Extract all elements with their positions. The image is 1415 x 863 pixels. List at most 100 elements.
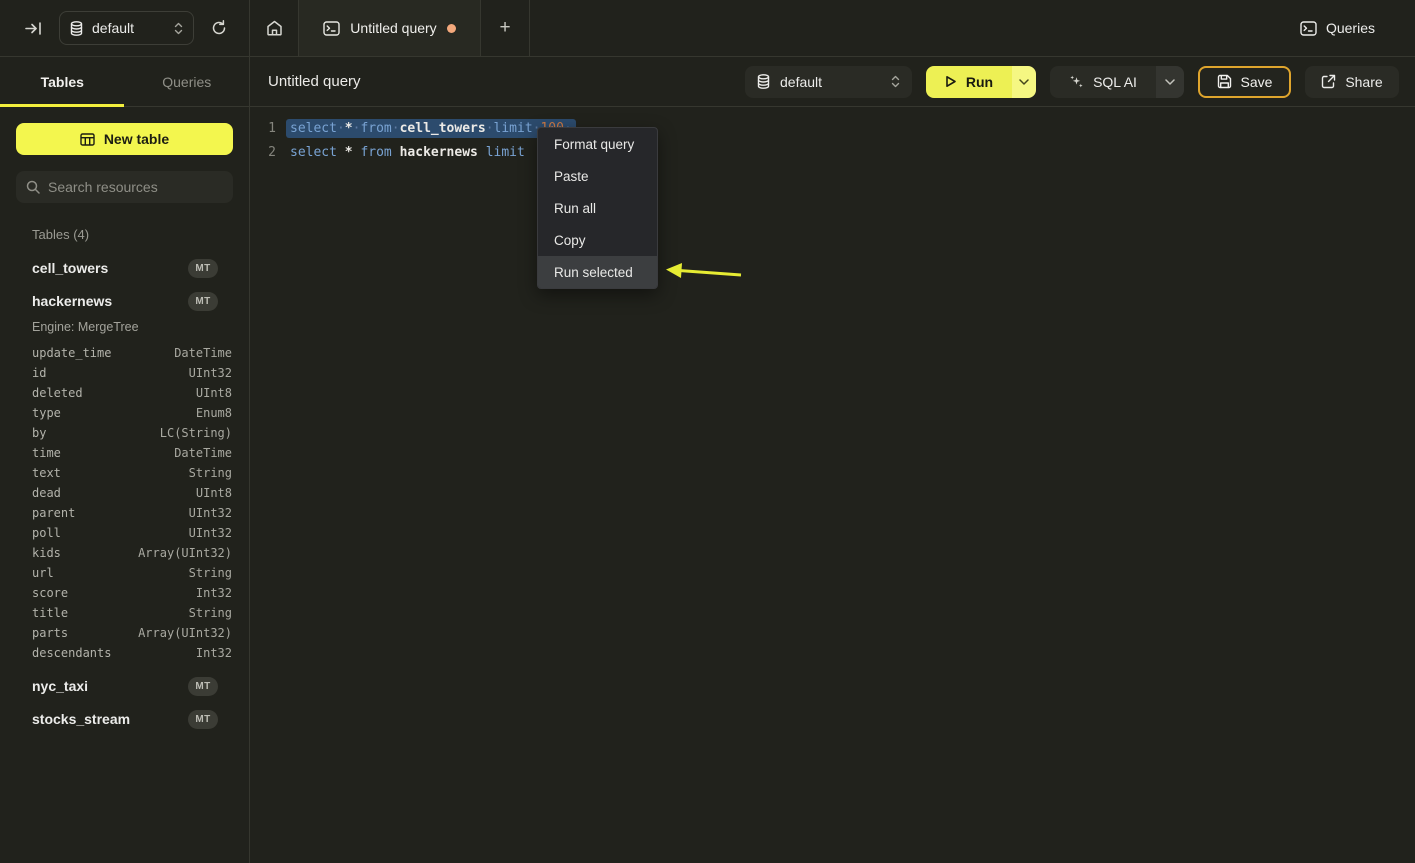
database-icon bbox=[70, 21, 83, 36]
sql-editor[interactable]: 1 select·*·from·cell_towers·limit·100· 2… bbox=[250, 107, 1415, 863]
table-name: stocks_stream bbox=[32, 711, 130, 727]
menu-item-paste[interactable]: Paste bbox=[538, 160, 657, 192]
editor-line-1[interactable]: 1 select·*·from·cell_towers·limit·100· bbox=[250, 116, 1415, 140]
home-icon bbox=[266, 20, 283, 36]
database-selector-value: default bbox=[92, 20, 165, 36]
collapse-sidebar-icon[interactable] bbox=[25, 21, 42, 36]
sql-ai-label: SQL AI bbox=[1093, 74, 1137, 90]
top-bar: default bbox=[0, 0, 1415, 57]
new-table-button[interactable]: New table bbox=[16, 123, 233, 155]
table-item-cell-towers[interactable]: cell_towers MT bbox=[0, 255, 249, 281]
share-export-icon bbox=[1321, 74, 1336, 89]
sidebar-tab-queries[interactable]: Queries bbox=[125, 57, 250, 106]
sql-ai-button[interactable]: SQL AI bbox=[1050, 66, 1156, 98]
search-resources-box[interactable] bbox=[16, 171, 233, 203]
sidebar-tab-queries-label: Queries bbox=[162, 74, 211, 90]
chevron-updown-icon bbox=[174, 22, 183, 35]
column-type: DateTime bbox=[174, 346, 232, 360]
column-type: Enum8 bbox=[196, 406, 232, 420]
column-type: UInt32 bbox=[189, 526, 232, 540]
table-name: cell_towers bbox=[32, 260, 108, 276]
column-type: String bbox=[189, 606, 232, 620]
terminal-icon bbox=[323, 21, 340, 36]
share-label: Share bbox=[1345, 74, 1382, 90]
sql-console-window: default bbox=[0, 0, 1415, 863]
editor-context-menu: Format query Paste Run all Copy Run sele… bbox=[537, 127, 658, 289]
home-button[interactable] bbox=[250, 0, 298, 56]
run-options-button[interactable] bbox=[1012, 66, 1036, 98]
menu-item-format-query[interactable]: Format query bbox=[538, 128, 657, 160]
menu-item-run-all[interactable]: Run all bbox=[538, 192, 657, 224]
menu-item-copy[interactable]: Copy bbox=[538, 224, 657, 256]
table-column-row: title String bbox=[0, 603, 249, 623]
column-type: UInt8 bbox=[196, 386, 232, 400]
search-input[interactable] bbox=[48, 179, 223, 195]
table-grid-icon bbox=[80, 133, 95, 146]
new-tab-button[interactable]: + bbox=[481, 0, 530, 56]
sql-ai-split-button: SQL AI bbox=[1050, 66, 1184, 98]
tab-untitled-query[interactable]: Untitled query bbox=[298, 0, 481, 56]
table-item-nyc-taxi[interactable]: nyc_taxi MT bbox=[0, 673, 249, 699]
column-name: kids bbox=[32, 546, 61, 560]
table-name: nyc_taxi bbox=[32, 678, 88, 694]
column-name: by bbox=[32, 426, 46, 440]
table-item-stocks-stream[interactable]: stocks_stream MT bbox=[0, 706, 249, 732]
chevron-down-icon bbox=[1165, 79, 1175, 85]
sidebar-tabs: Tables Queries bbox=[0, 57, 249, 107]
column-name: type bbox=[32, 406, 61, 420]
table-column-row: kidsArray(UInt32) bbox=[0, 543, 249, 563]
share-button[interactable]: Share bbox=[1305, 66, 1399, 98]
column-type: String bbox=[189, 466, 232, 480]
refresh-icon[interactable] bbox=[211, 20, 227, 36]
table-column-row: parentUInt32 bbox=[0, 503, 249, 523]
plus-icon: + bbox=[499, 17, 510, 39]
column-name: score bbox=[32, 586, 68, 600]
database-selector[interactable]: default bbox=[745, 66, 912, 98]
run-label: Run bbox=[966, 74, 993, 90]
column-name: title bbox=[32, 606, 68, 620]
sql-ai-options-button[interactable] bbox=[1156, 66, 1184, 98]
queries-link[interactable]: Queries bbox=[1300, 0, 1375, 56]
column-type: LC(String) bbox=[160, 426, 232, 440]
column-type: UInt8 bbox=[196, 486, 232, 500]
table-column-row: deleted UInt8 bbox=[0, 383, 249, 403]
column-name: text bbox=[32, 466, 61, 480]
engine-detail: Engine: MergeTree bbox=[32, 320, 249, 334]
column-name: descendants bbox=[32, 646, 111, 660]
table-column-row: pollUInt32 bbox=[0, 523, 249, 543]
run-button[interactable]: Run bbox=[926, 66, 1012, 98]
line-text: select·*·from·cell_towers·limit·100· bbox=[290, 121, 576, 136]
sparkles-icon bbox=[1069, 74, 1084, 89]
terminal-icon bbox=[1300, 21, 1317, 36]
table-column-row: by LC(String) bbox=[0, 423, 249, 443]
query-toolbar: Untitled query default bbox=[250, 57, 1415, 107]
save-label: Save bbox=[1241, 74, 1273, 90]
menu-item-run-selected[interactable]: Run selected bbox=[538, 256, 657, 288]
column-name: parent bbox=[32, 506, 75, 520]
table-column-row: text String bbox=[0, 463, 249, 483]
active-tab-underline bbox=[0, 104, 124, 107]
tables-section-title: Tables (4) bbox=[32, 227, 249, 242]
column-name: update_time bbox=[32, 346, 111, 360]
save-button[interactable]: Save bbox=[1198, 66, 1291, 98]
tab-label: Untitled query bbox=[350, 20, 436, 36]
table-column-row: parts Array(UInt32) bbox=[0, 623, 249, 643]
chevron-updown-icon bbox=[891, 75, 900, 88]
column-list: update_timeDateTime idUInt32 deletedUInt… bbox=[0, 343, 249, 663]
column-type: Int32 bbox=[196, 586, 232, 600]
column-name: parts bbox=[32, 626, 68, 640]
editor-line-2[interactable]: 2 select * from hackernews limit bbox=[250, 140, 1415, 164]
column-type: Array(UInt32) bbox=[138, 626, 232, 640]
new-table-label: New table bbox=[104, 131, 169, 147]
column-name: time bbox=[32, 446, 61, 460]
table-column-row: timeDateTime bbox=[0, 443, 249, 463]
table-item-hackernews[interactable]: hackernews MT bbox=[0, 288, 249, 314]
database-selector[interactable]: default bbox=[59, 11, 194, 45]
play-icon bbox=[945, 75, 957, 88]
engine-badge: MT bbox=[188, 677, 218, 696]
line-number: 1 bbox=[250, 121, 276, 136]
sidebar-tab-tables[interactable]: Tables bbox=[0, 57, 125, 106]
sidebar: Tables Queries New table Tables ( bbox=[0, 57, 250, 863]
engine-badge: MT bbox=[188, 292, 218, 311]
column-name: deleted bbox=[32, 386, 83, 400]
